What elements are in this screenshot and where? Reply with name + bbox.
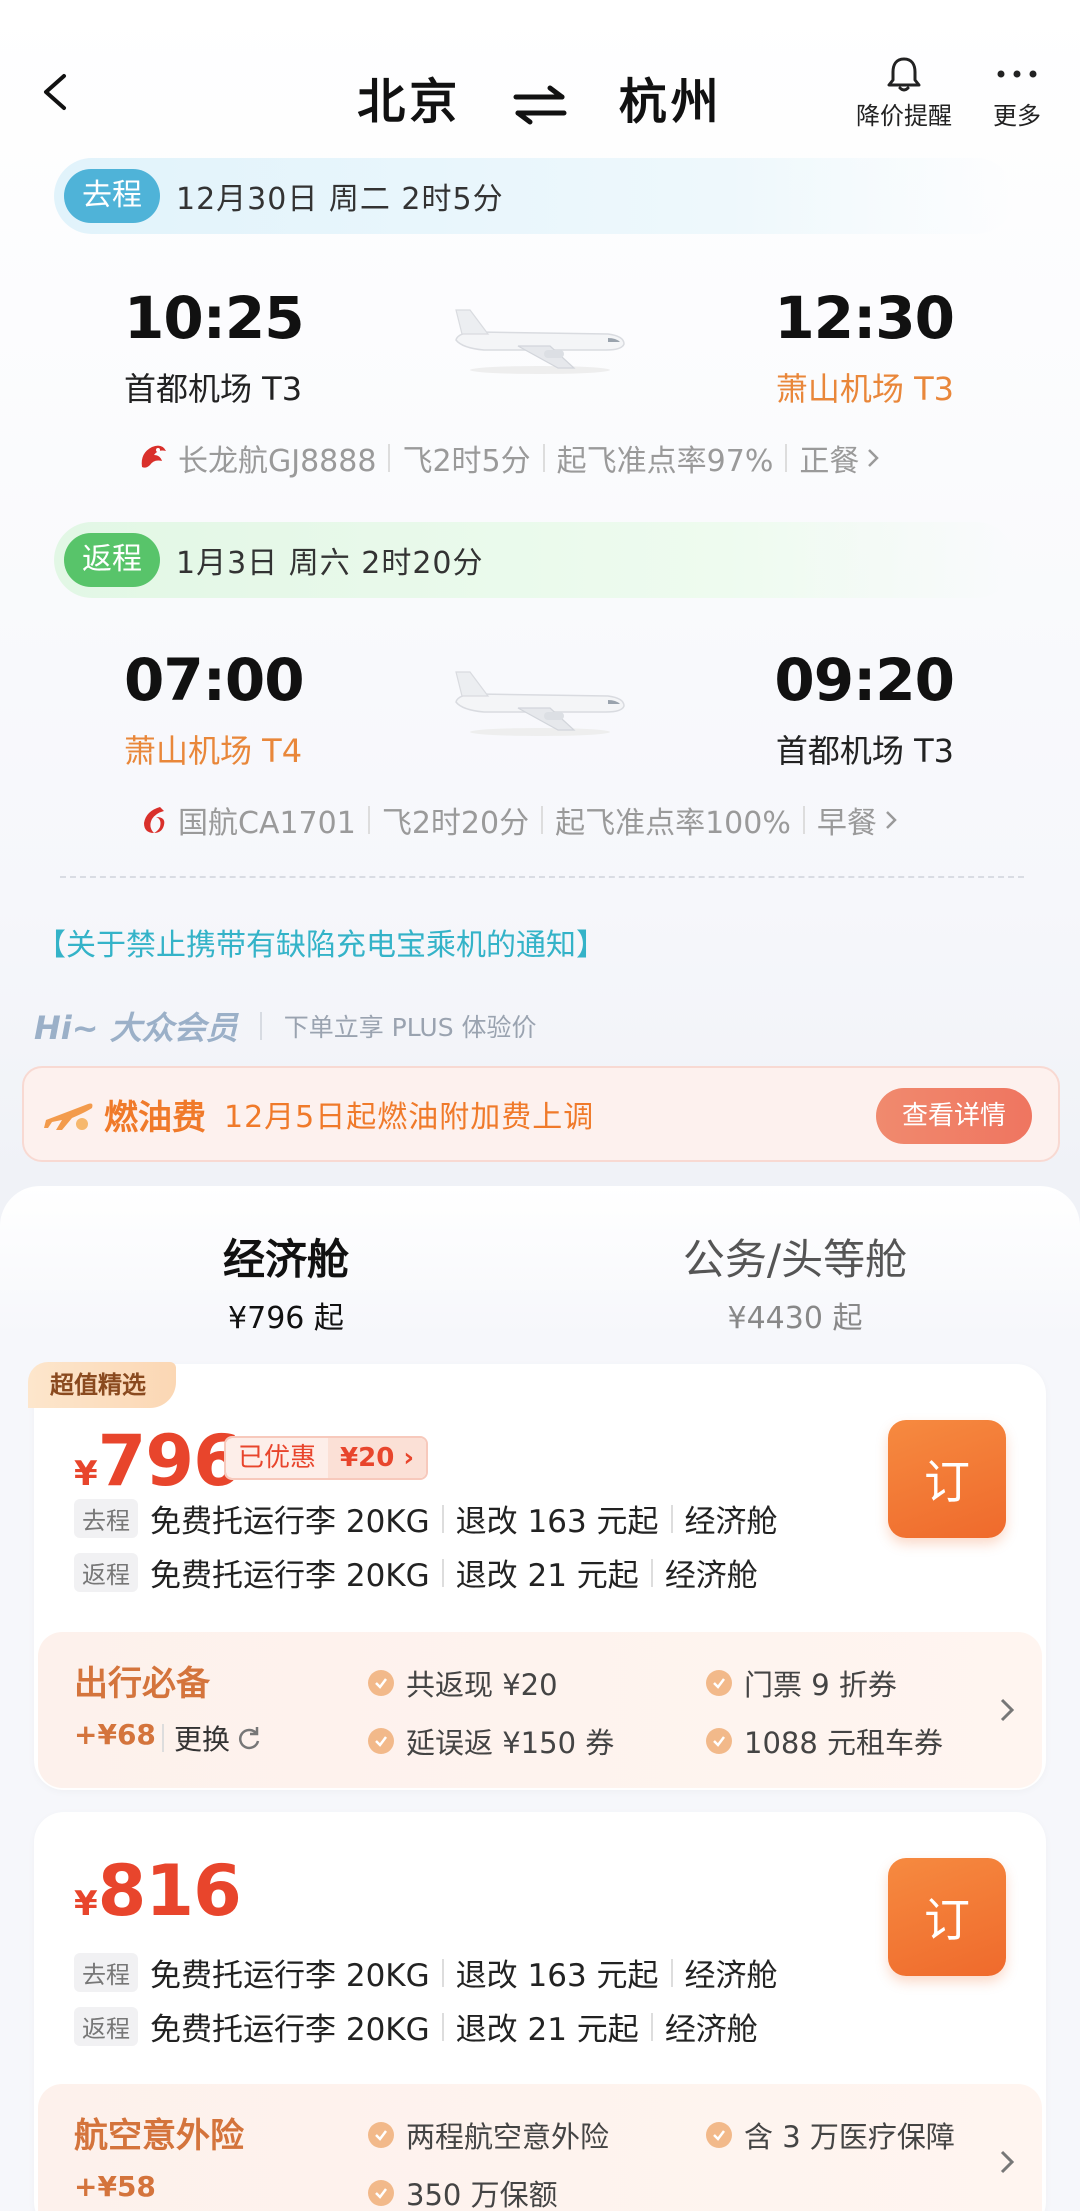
addon-price: +¥58 bbox=[74, 2170, 156, 2203]
book-button[interactable]: 订 bbox=[888, 1420, 1006, 1538]
fuel-title: 燃油费 bbox=[104, 1097, 206, 1138]
outbound-summary: 12月30日 周二 2时5分 bbox=[176, 182, 504, 217]
tab-economy-name: 经济舱 bbox=[222, 1235, 349, 1284]
chevron-right-icon bbox=[1000, 1698, 1015, 1722]
check-icon bbox=[375, 1678, 387, 1689]
outbound-ontime-rate: 起飞准点率97% bbox=[556, 444, 774, 479]
price-alert-button[interactable]: 降价提醒 bbox=[846, 52, 962, 131]
addon-title: 出行必备 bbox=[74, 1664, 210, 1704]
return-airline-flight: 国航CA1701 bbox=[178, 806, 356, 841]
return-dep-time: 07:00 bbox=[124, 646, 305, 714]
return-flight[interactable]: 07:00 萧山机场 T4 09:20 首都机场 T3 国航CA1701 飞2时… bbox=[0, 646, 1080, 876]
refresh-icon bbox=[239, 1727, 260, 1750]
book-button[interactable]: 订 bbox=[888, 1858, 1006, 1976]
bell-icon bbox=[887, 57, 921, 92]
price-alert-label: 降价提醒 bbox=[856, 102, 952, 130]
top-bar: 北京 杭州 降价提醒 更多 bbox=[0, 0, 1080, 160]
return-arr-time: 09:20 bbox=[774, 646, 955, 714]
fare-price: ¥816 bbox=[74, 1850, 242, 1932]
check-icon bbox=[375, 2188, 387, 2199]
more-label: 更多 bbox=[993, 102, 1041, 130]
fare-price: ¥796 bbox=[74, 1420, 242, 1502]
outbound-fare-row: 去程 免费托运行李 20KG 退改 163 元起 经济舱 bbox=[74, 1950, 778, 1995]
outbound-duration: 飞2时5分 bbox=[402, 444, 531, 479]
fare-card: 超值精选 ¥796 已优惠 ¥20 › 订 去程 免费托运行李 20KG 退改 … bbox=[28, 1362, 1046, 1790]
addon-feature: 共返现 ¥20 bbox=[368, 1662, 558, 1704]
outbound-flight-info: 长龙航GJ8888 飞2时5分 起飞准点率97% 正餐 bbox=[136, 436, 881, 480]
return-summary: 1月3日 周六 2时20分 bbox=[176, 546, 484, 581]
outbound-airline-flight: 长龙航GJ8888 bbox=[178, 444, 377, 479]
addon-title: 航空意外险 bbox=[74, 2116, 244, 2156]
addon-feature: 门票 9 折券 bbox=[706, 1662, 897, 1704]
return-ontime-rate: 起飞准点率100% bbox=[555, 806, 791, 841]
addon-change-button[interactable]: 更换 bbox=[152, 1718, 262, 1758]
return-duration: 飞2时20分 bbox=[381, 806, 530, 841]
return-tag: 返程 bbox=[64, 533, 160, 587]
check-icon bbox=[713, 1736, 725, 1747]
divider bbox=[60, 876, 1024, 878]
check-icon bbox=[713, 2130, 725, 2141]
outbound-tag: 去程 bbox=[64, 169, 160, 223]
more-dots-icon bbox=[997, 70, 1037, 78]
swap-arrows-icon bbox=[513, 85, 567, 125]
outbound-arr-time: 12:30 bbox=[774, 284, 955, 352]
return-fare-row: 返程 免费托运行李 20KG 退改 21 元起 经济舱 bbox=[74, 1550, 758, 1595]
check-icon bbox=[375, 2130, 387, 2141]
view-details-button[interactable]: 查看详情 bbox=[875, 1088, 1032, 1144]
chevron-right-icon bbox=[885, 811, 897, 829]
discount-label: 已优惠 bbox=[226, 1438, 329, 1478]
airplane-icon bbox=[455, 671, 625, 736]
return-fare-row: 返程 免费托运行李 20KG 退改 21 元起 经济舱 bbox=[74, 2004, 758, 2049]
outbound-fare-row: 去程 免费托运行李 20KG 退改 163 元起 经济舱 bbox=[74, 1496, 778, 1541]
outbound-dep-airport: 首都机场 T3 bbox=[124, 370, 303, 408]
tab-economy[interactable]: 经济舱 ¥796 起 bbox=[216, 1226, 356, 1337]
addon-feature: 1088 元租车券 bbox=[706, 1720, 943, 1762]
plus-promo-text: 下单立享 PLUS 体验价 bbox=[283, 1013, 537, 1042]
plane-fuel-icon bbox=[44, 1103, 93, 1130]
tab-economy-price: ¥796 起 bbox=[228, 1301, 344, 1336]
fare-card: ¥816 订 去程 免费托运行李 20KG 退改 163 元起 经济舱 返程 免… bbox=[34, 1812, 1046, 2211]
travel-essentials-addon[interactable]: 出行必备 +¥68 更换 共返现 ¥20 门票 9 折券 延误返 ¥150 券 … bbox=[38, 1632, 1042, 1788]
addon-price: +¥68 bbox=[74, 1718, 156, 1751]
airplane-icon bbox=[455, 309, 625, 374]
member-bar: Hi~ 大众会员 下单立享 PLUS 体验价 bbox=[34, 1003, 537, 1049]
more-button[interactable]: 更多 bbox=[978, 52, 1056, 131]
flight-accident-insurance-addon[interactable]: 航空意外险 +¥58 两程航空意外险 含 3 万医疗保障 350 万保额 bbox=[38, 2084, 1042, 2211]
outbound-arr-airport: 萧山机场 T3 bbox=[775, 370, 954, 408]
fuel-surcharge-banner: 燃油费 12月5日起燃油附加费上调 查看详情 bbox=[22, 1066, 1060, 1162]
return-banner: 返程 1月3日 周六 2时20分 bbox=[54, 522, 1014, 598]
member-greeting: Hi~ 大众会员 bbox=[34, 1009, 238, 1047]
discount-value: ¥20 › bbox=[328, 1438, 427, 1478]
powerbank-notice-link[interactable]: 【关于禁止携带有缺陷充电宝乘机的通知】 bbox=[36, 920, 606, 964]
addon-feature: 含 3 万医疗保障 bbox=[706, 2114, 955, 2156]
return-flight-info: 国航CA1701 飞2时20分 起飞准点率100% 早餐 bbox=[136, 798, 899, 842]
addon-feature: 两程航空意外险 bbox=[368, 2114, 609, 2156]
chevron-right-icon bbox=[868, 449, 880, 467]
addon-feature: 延误返 ¥150 券 bbox=[368, 1720, 614, 1762]
to-city: 杭州 bbox=[618, 74, 723, 130]
chevron-right-icon bbox=[1000, 2150, 1015, 2174]
air-china-logo-icon bbox=[144, 807, 165, 833]
discount-tag[interactable]: 已优惠 ¥20 › bbox=[224, 1436, 429, 1480]
return-dep-airport: 萧山机场 T4 bbox=[124, 732, 303, 770]
return-meal: 早餐 bbox=[816, 806, 877, 841]
addon-feature: 350 万保额 bbox=[368, 2172, 558, 2211]
outbound-meal: 正餐 bbox=[799, 444, 860, 479]
tab-business-name: 公务/头等舱 bbox=[682, 1235, 908, 1284]
loong-air-logo-icon bbox=[141, 445, 166, 468]
check-icon bbox=[713, 1678, 725, 1689]
check-icon bbox=[375, 1736, 387, 1747]
outbound-banner: 去程 12月30日 周二 2时5分 bbox=[54, 158, 1014, 234]
flight-detail-page: 北京 杭州 降价提醒 更多 去程 12月30日 周二 2时5分 10:25 首都… bbox=[0, 0, 1080, 2211]
tab-business-price: ¥4430 起 bbox=[727, 1301, 863, 1336]
tab-business-first[interactable]: 公务/头等舱 ¥4430 起 bbox=[670, 1226, 920, 1337]
from-city: 北京 bbox=[357, 74, 462, 130]
outbound-flight[interactable]: 10:25 首都机场 T3 12:30 萧山机场 T3 长龙航GJ8888 飞2… bbox=[0, 284, 1080, 514]
fuel-text: 12月5日起燃油附加费上调 bbox=[224, 1100, 595, 1135]
return-arr-airport: 首都机场 T3 bbox=[775, 732, 954, 770]
outbound-dep-time: 10:25 bbox=[124, 284, 305, 352]
best-value-badge: 超值精选 bbox=[28, 1362, 176, 1408]
